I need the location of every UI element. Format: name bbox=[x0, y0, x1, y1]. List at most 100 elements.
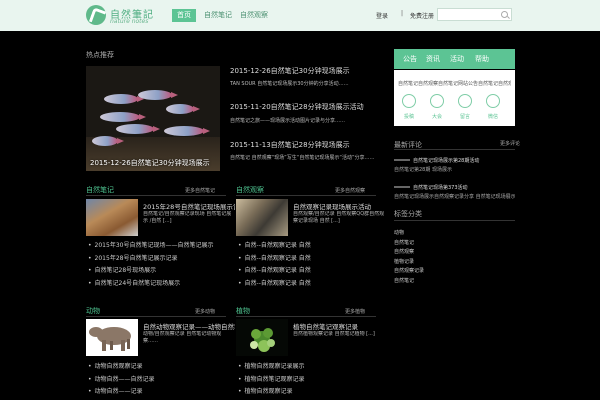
book-icon[interactable] bbox=[458, 94, 472, 108]
more-link[interactable]: 更多自然观察 bbox=[335, 187, 365, 194]
list-item[interactable]: 动物自然观察记录 bbox=[88, 361, 155, 374]
icon-label[interactable]: 投稿 bbox=[404, 113, 414, 120]
fish-image bbox=[104, 94, 144, 104]
more-link[interactable]: 更多评论 bbox=[500, 140, 520, 147]
news-desc: TAN SOUR 自然笔记现场展示30分钟的分享活动…… bbox=[230, 81, 349, 87]
list-item[interactable]: 自然--自然观察记录 自然 bbox=[238, 240, 311, 253]
tag-list: 动物 自然笔记 自然观察 植物记录 自然观察记录 自然笔记 bbox=[394, 229, 424, 286]
section-title[interactable]: 动物 bbox=[86, 306, 100, 316]
news-title[interactable]: 2015-11-20自然笔记28分钟现场展示活动 bbox=[230, 102, 380, 112]
more-link[interactable]: 更多植物 bbox=[345, 308, 365, 315]
section-headline[interactable]: 2015年28号自然笔记现场展示记录 bbox=[143, 201, 235, 211]
section-title[interactable]: 植物 bbox=[236, 306, 250, 316]
list-item[interactable]: 植物自然笔记观察记录 bbox=[238, 374, 305, 387]
animal-illustration bbox=[89, 327, 131, 351]
section-headline[interactable]: 植物自然笔记观察记录 bbox=[293, 321, 385, 331]
notice-text: 自然笔记自然观察自然笔记网站公告自然笔记自然观察记录分享平台自然笔记…… bbox=[398, 81, 511, 87]
list-item[interactable]: 自然--自然观察记录 自然 bbox=[238, 278, 311, 291]
register-link[interactable]: 免费注册 bbox=[410, 11, 434, 20]
fish-image bbox=[166, 104, 200, 114]
logo-subtitle: nature notes bbox=[110, 18, 149, 25]
section-desc: 自然笔记/自然观察记录现场 自然笔记展示 /自然 [...] bbox=[143, 211, 232, 224]
more-link[interactable]: 更多自然笔记 bbox=[185, 187, 215, 194]
list-item[interactable]: 动物自然——自然记录 bbox=[88, 374, 155, 387]
site-logo-icon[interactable] bbox=[86, 5, 107, 26]
tag-item[interactable]: 植物记录 bbox=[394, 258, 424, 268]
tag-item[interactable]: 自然观察记录 bbox=[394, 267, 424, 277]
user-icon[interactable] bbox=[402, 94, 416, 108]
people-icon[interactable] bbox=[430, 94, 444, 108]
list-item[interactable]: 2015年28号自然笔记展示记录 bbox=[88, 253, 213, 266]
tag-item[interactable]: 动物 bbox=[394, 229, 424, 239]
fish-image bbox=[164, 126, 210, 136]
section-desc: 自然植物观察记录 自然笔记植物 [...] bbox=[293, 331, 375, 337]
fish-image bbox=[92, 136, 124, 146]
list-item[interactable]: 自然笔记24号自然笔记现场展示 bbox=[88, 278, 213, 291]
search-input[interactable] bbox=[437, 8, 512, 21]
login-register-separator: | bbox=[401, 10, 404, 17]
section-thumbnail[interactable] bbox=[86, 319, 138, 356]
featured-hero-image[interactable]: 2015-12-26自然笔记30分钟现场展示 bbox=[86, 66, 220, 171]
more-link[interactable]: 更多动物 bbox=[195, 308, 215, 315]
list-item[interactable]: 植物自然观察记录 bbox=[238, 386, 305, 399]
section-title[interactable]: 自然观察 bbox=[236, 185, 264, 195]
section-list: 植物自然观察记录展示 植物自然笔记观察记录 植物自然观察记录 bbox=[238, 361, 305, 399]
news-title[interactable]: 2015-11-13自然笔记28分钟现场展示 bbox=[230, 140, 380, 150]
news-title[interactable]: 2015-12-26自然笔记30分钟现场展示 bbox=[230, 66, 380, 76]
plant-illustration bbox=[250, 328, 275, 352]
section-list: 自然--自然观察记录 自然 自然--自然观察记录 自然 自然--自然观察记录 自… bbox=[238, 240, 311, 290]
news-desc: 自然笔记之旅——现场展示活动图片记录与分享…… bbox=[230, 118, 346, 124]
comment-line[interactable]: 自然笔记现场第373活动 bbox=[413, 184, 515, 191]
comment-line: 自然笔记第28期 现场展示 bbox=[394, 167, 452, 173]
section-divider bbox=[236, 316, 376, 317]
list-item[interactable]: 自然笔记28号现场展示 bbox=[88, 265, 213, 278]
login-link[interactable]: 登录 bbox=[376, 11, 388, 20]
list-item[interactable]: 2015年30号自然笔记现场——自然笔记展示 bbox=[88, 240, 214, 253]
tag-item[interactable]: 自然观察 bbox=[394, 248, 424, 258]
sidebar-tab-panel: 自然笔记自然观察自然笔记网站公告自然笔记自然观察记录分享平台自然笔记…… 投稿 … bbox=[394, 70, 515, 126]
section-divider bbox=[86, 195, 226, 196]
tab-events[interactable]: 活动 bbox=[450, 54, 464, 64]
search-icon[interactable] bbox=[501, 11, 508, 18]
nav-item-notes[interactable]: 自然笔记 bbox=[199, 9, 237, 22]
sidebar-divider bbox=[394, 149, 515, 150]
section-desc: 动物/自然观察记录 自然笔记动物观察…… bbox=[143, 331, 222, 344]
icon-label[interactable]: 留言 bbox=[460, 113, 470, 120]
avatar bbox=[394, 159, 410, 161]
tag-item[interactable]: 自然笔记 bbox=[394, 239, 424, 249]
section-divider bbox=[236, 195, 376, 196]
list-item[interactable]: 动物自然——记录 bbox=[88, 386, 155, 399]
section-thumbnail[interactable] bbox=[236, 199, 288, 236]
hero-caption[interactable]: 2015-12-26自然笔记30分钟现场展示 bbox=[90, 158, 210, 168]
tab-notice[interactable]: 公告 bbox=[403, 54, 417, 64]
icon-label[interactable]: 微信 bbox=[488, 113, 498, 120]
section-divider bbox=[86, 316, 226, 317]
fish-image bbox=[116, 124, 160, 134]
fish-image bbox=[100, 112, 146, 122]
tab-news[interactable]: 资讯 bbox=[426, 54, 440, 64]
section-headline[interactable]: 自然观察记录现场展示活动 bbox=[293, 201, 385, 211]
logo-leaf-mark bbox=[88, 7, 107, 26]
list-item[interactable]: 自然--自然观察记录 自然 bbox=[238, 265, 311, 278]
nav-item-home[interactable]: 首页 bbox=[172, 9, 196, 22]
section-list: 动物自然观察记录 动物自然——自然记录 动物自然——记录 bbox=[88, 361, 155, 399]
comment-line[interactable]: 自然笔记现场展示第28期活动 bbox=[413, 157, 515, 164]
tag-item[interactable]: 自然笔记 bbox=[394, 277, 424, 287]
section-thumbnail[interactable] bbox=[86, 199, 138, 236]
icon-label[interactable]: 大会 bbox=[432, 113, 442, 120]
section-list: 2015年30号自然笔记现场——自然笔记展示 2015年28号自然笔记展示记录 … bbox=[88, 240, 214, 291]
section-thumbnail[interactable] bbox=[236, 319, 288, 356]
section-desc: 自然观察/自然记录 自然观察QQ群自然观察记录现场 自然 [...] bbox=[293, 211, 385, 224]
section-headline[interactable]: 自然动物观察记录——动物自然笔记记录 bbox=[143, 321, 235, 331]
section-title[interactable]: 自然笔记 bbox=[86, 185, 114, 195]
avatar bbox=[394, 186, 410, 188]
tab-help[interactable]: 帮助 bbox=[475, 54, 489, 64]
top-navigation-bar: 自然筆記 nature notes 首页 自然笔记 自然观察 登录 | 免费注册 bbox=[0, 0, 600, 31]
featured-title: 热点推荐 bbox=[86, 51, 114, 59]
wechat-icon[interactable] bbox=[486, 94, 500, 108]
list-item[interactable]: 植物自然观察记录展示 bbox=[238, 361, 305, 374]
list-item[interactable]: 自然--自然观察记录 自然 bbox=[238, 253, 311, 266]
nav-item-observation[interactable]: 自然观察 bbox=[235, 9, 273, 22]
comment-line: 自然笔记现场展示自然观察记录分享 自然笔记现场展示活动自然笔记 bbox=[394, 194, 515, 200]
tags-title: 标签分类 bbox=[394, 210, 422, 218]
